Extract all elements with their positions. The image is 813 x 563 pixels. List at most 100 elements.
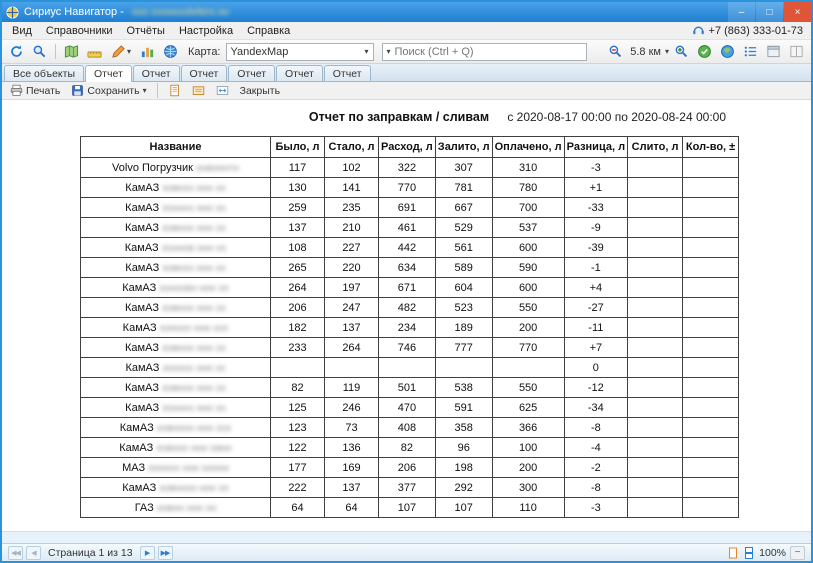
report-table: НазваниеБыло, лСтало, лРасход, лЗалито, …	[80, 136, 739, 518]
map-select[interactable]: YandexMap ▾	[226, 43, 374, 61]
single-page-view-button[interactable]	[727, 547, 739, 559]
tab-all-objects[interactable]: Все объекты	[4, 65, 84, 81]
page-setup-button[interactable]	[164, 83, 185, 98]
next-page-button[interactable]: ▶	[140, 546, 155, 560]
tab-report-3[interactable]: Отчет	[181, 65, 228, 81]
value-cell	[628, 258, 683, 278]
zoom-controls: 100% −	[727, 546, 805, 560]
value-cell: 671	[379, 278, 436, 298]
value-cell: 233	[271, 338, 325, 358]
menu-item[interactable]: Вид	[5, 24, 39, 38]
value-cell: -2	[564, 458, 627, 478]
map-select-value: YandexMap	[231, 46, 289, 58]
report-period: с 2020-08-17 00:00 по 2020-08-24 00:00	[507, 110, 726, 124]
menu-item[interactable]: Справочники	[39, 24, 120, 38]
value-cell	[628, 298, 683, 318]
globe-button[interactable]	[160, 42, 181, 62]
zoom-out-button[interactable]: −	[790, 546, 805, 560]
tab-report-5[interactable]: Отчет	[276, 65, 323, 81]
vehicle-name-cell: ГАЗ ховнн ннн хн	[81, 498, 271, 518]
chart-button[interactable]	[137, 42, 158, 62]
value-cell	[628, 418, 683, 438]
value-cell: 206	[271, 298, 325, 318]
fit-width-button[interactable]	[212, 83, 233, 98]
value-cell: 529	[435, 218, 492, 238]
value-cell: 197	[325, 278, 379, 298]
last-page-button[interactable]: ▶▶	[158, 546, 173, 560]
tab-report-4[interactable]: Отчет	[228, 65, 275, 81]
map-layers-button[interactable]	[61, 42, 82, 62]
value-cell: -27	[564, 298, 627, 318]
search-input[interactable]	[395, 46, 586, 58]
redacted-text: хонххх ннн хх	[162, 363, 225, 374]
tab-report-6[interactable]: Отчет	[324, 65, 371, 81]
support-phone: +7 (863) 333-01-73	[692, 24, 811, 37]
value-cell: +7	[564, 338, 627, 358]
refresh-button[interactable]	[6, 42, 27, 62]
table-row: КамАЗ хоннхх ннн ххх182137234189200-11	[81, 318, 739, 338]
panel-layout-button[interactable]	[763, 42, 784, 62]
map-zoom-tools: 5.8 км ▾	[605, 42, 807, 62]
menu-item[interactable]: Отчёты	[120, 24, 172, 38]
value-cell	[628, 378, 683, 398]
search-options-caret[interactable]: ▾	[383, 48, 395, 56]
continuous-view-button[interactable]	[743, 547, 755, 559]
first-page-button[interactable]: ◀◀	[8, 546, 23, 560]
table-row: КамАЗ ховннхн ннн ххх12373408358366-8	[81, 418, 739, 438]
save-button[interactable]: Сохранить ▾	[67, 83, 150, 98]
tab-report-2[interactable]: Отчет	[133, 65, 180, 81]
menu-bar: ВидСправочникиОтчётыНастройкаСправка +7 …	[2, 22, 811, 40]
map-scale-value: 5.8 км	[630, 46, 661, 58]
menu-item[interactable]: Настройка	[172, 24, 240, 38]
compass-button[interactable]	[694, 42, 715, 62]
value-cell: 123	[271, 418, 325, 438]
value-cell	[683, 178, 739, 198]
menu-item[interactable]: Справка	[240, 24, 297, 38]
table-row: КамАЗ хоннхх ннн хх125246470591625-34	[81, 398, 739, 418]
table-row: КамАЗ ховннх ннн хх137210461529537-9	[81, 218, 739, 238]
value-cell: 200	[492, 318, 564, 338]
value-cell: 220	[325, 258, 379, 278]
zoom-level: 100%	[759, 547, 786, 559]
page-orientation-button[interactable]	[188, 83, 209, 98]
vehicle-name-cell: КамАЗ хоннхвн ннн хх	[81, 278, 271, 298]
zoom-in-map-button[interactable]	[671, 42, 692, 62]
tab-report-1[interactable]: Отчет	[85, 65, 132, 82]
split-window-button[interactable]	[786, 42, 807, 62]
scale-caret[interactable]: ▾	[665, 48, 669, 56]
value-cell: 200	[492, 458, 564, 478]
redacted-text: хоннхвн ннн хх	[159, 283, 228, 294]
value-cell: 589	[435, 258, 492, 278]
search-button[interactable]	[29, 42, 50, 62]
maximize-button[interactable]: □	[756, 2, 783, 22]
horizontal-scrollbar[interactable]	[2, 531, 811, 543]
app-window: Сириус Навигатор - ооо ххнннххletters нн…	[0, 0, 813, 563]
value-cell: -33	[564, 198, 627, 218]
vehicle-name-cell: КамАЗ ховнхх ннн хх	[81, 178, 271, 198]
draw-tool-button[interactable]: ▾	[107, 42, 135, 62]
column-header: Название	[81, 137, 271, 158]
ruler-button[interactable]	[84, 42, 105, 62]
value-cell: 259	[271, 198, 325, 218]
value-cell: 264	[271, 278, 325, 298]
value-cell: -34	[564, 398, 627, 418]
close-report-button[interactable]: Закрыть	[236, 84, 284, 98]
zoom-out-map-button[interactable]	[605, 42, 626, 62]
list-view-button[interactable]	[740, 42, 761, 62]
value-cell: 122	[271, 438, 325, 458]
prev-page-button[interactable]: ◀	[26, 546, 41, 560]
value-cell: -4	[564, 438, 627, 458]
value-cell: 82	[271, 378, 325, 398]
close-button[interactable]: ×	[784, 2, 811, 22]
vehicle-name-cell: КамАЗ ховннх ннн хх	[81, 298, 271, 318]
table-body: Volvo Погрузчик ннвоннтн117102322307310-…	[81, 158, 739, 518]
print-button[interactable]: Печать	[6, 83, 64, 98]
world-map-button[interactable]	[717, 42, 738, 62]
column-header: Оплачено, л	[492, 137, 564, 158]
value-cell: 322	[379, 158, 436, 178]
report-header: Отчет по заправкам / сливам с 2020-08-17…	[80, 110, 718, 128]
value-cell: 358	[435, 418, 492, 438]
minimize-button[interactable]: –	[728, 2, 755, 22]
value-cell: 667	[435, 198, 492, 218]
redacted-text: ховнхх ннн хх	[162, 183, 225, 194]
